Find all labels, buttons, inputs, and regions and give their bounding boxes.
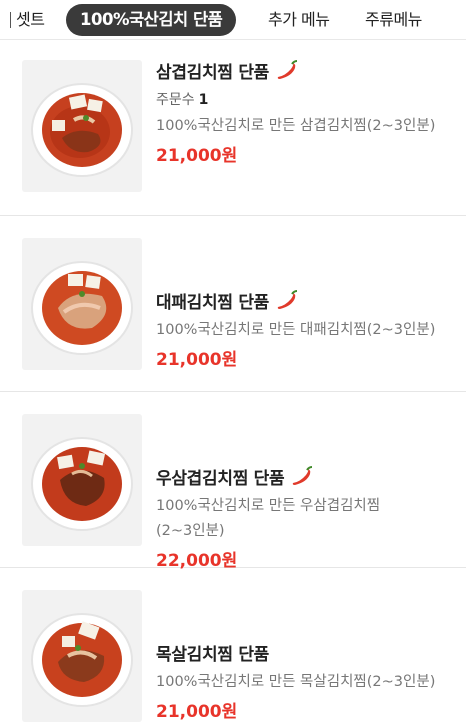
tab-drinks-menu[interactable]: 주류메뉴	[365, 4, 422, 36]
menu-item[interactable]: 삼겹김치찜 단품 주문수 1 100%국산김치로 만든 삼겹김치찜(2~3인분) …	[0, 40, 466, 216]
food-image	[22, 238, 142, 370]
order-count-value: 1	[198, 92, 209, 108]
order-count-label: 주문수	[156, 92, 195, 108]
tab-kimchi-single[interactable]: 100%국산김치 단품	[66, 4, 237, 36]
menu-item-name: 삼겹김치찜 단품	[156, 62, 269, 83]
menu-item-info: 우삼겹김치찜 단품 100%국산김치로 만든 우삼겹김치찜(2~3인분) 22,…	[156, 464, 456, 574]
menu-item-price: 21,000원	[156, 702, 238, 722]
menu-item[interactable]: 목살김치찜 단품 100%국산김치로 만든 목살김치찜(2~3인분) 21,00…	[0, 568, 466, 724]
tab-set[interactable]: 셋트	[16, 4, 45, 36]
menu-item-description: 100%국산김치로 만든 우삼겹김치찜(2~3인분)	[156, 498, 381, 539]
kimchi-jjim-image	[31, 83, 133, 177]
menu-item-description: 100%국산김치로 만든 대패김치찜(2~3인분)	[156, 322, 436, 338]
menu-list: 삼겹김치찜 단품 주문수 1 100%국산김치로 만든 삼겹김치찜(2~3인분) …	[0, 40, 466, 724]
menu-item-price: 21,000원	[156, 146, 238, 166]
tab-extra-menu[interactable]: 추가 메뉴	[268, 4, 330, 36]
kimchi-jjim-image	[31, 437, 133, 531]
tab-divider	[10, 12, 11, 28]
menu-item[interactable]: 우삼겹김치찜 단품 100%국산김치로 만든 우삼겹김치찜(2~3인분) 22,…	[0, 392, 466, 571]
menu-item-info: 목살김치찜 단품 100%국산김치로 만든 목살김치찜(2~3인분) 21,00…	[156, 640, 456, 724]
chili-pepper-icon	[277, 60, 298, 79]
menu-item-name: 대패김치찜 단품	[156, 292, 269, 313]
menu-item-description: 100%국산김치로 만든 삼겹김치찜(2~3인분)	[156, 118, 436, 134]
chili-pepper-icon	[293, 466, 313, 485]
kimchi-jjim-image	[31, 261, 133, 355]
menu-item-name: 목살김치찜 단품	[156, 644, 269, 665]
menu-item[interactable]: 대패김치찜 단품 100%국산김치로 만든 대패김치찜(2~3인분) 21,00…	[0, 216, 466, 392]
order-count: 주문수 1	[156, 90, 456, 110]
food-image	[22, 414, 142, 546]
menu-item-name: 우삼겹김치찜 단품	[156, 468, 285, 489]
menu-item-info: 대패김치찜 단품 100%국산김치로 만든 대패김치찜(2~3인분) 21,00…	[156, 288, 456, 373]
kimchi-jjim-image	[31, 613, 133, 707]
food-image	[22, 60, 142, 192]
menu-item-description: 100%국산김치로 만든 목살김치찜(2~3인분)	[156, 674, 436, 690]
menu-item-info: 삼겹김치찜 단품 주문수 1 100%국산김치로 만든 삼겹김치찜(2~3인분) …	[156, 58, 456, 169]
chili-pepper-icon	[277, 290, 298, 309]
food-image	[22, 590, 142, 722]
category-tab-bar: 셋트 100%국산김치 단품 추가 메뉴 주류메뉴	[0, 0, 466, 40]
menu-item-price: 21,000원	[156, 350, 238, 370]
